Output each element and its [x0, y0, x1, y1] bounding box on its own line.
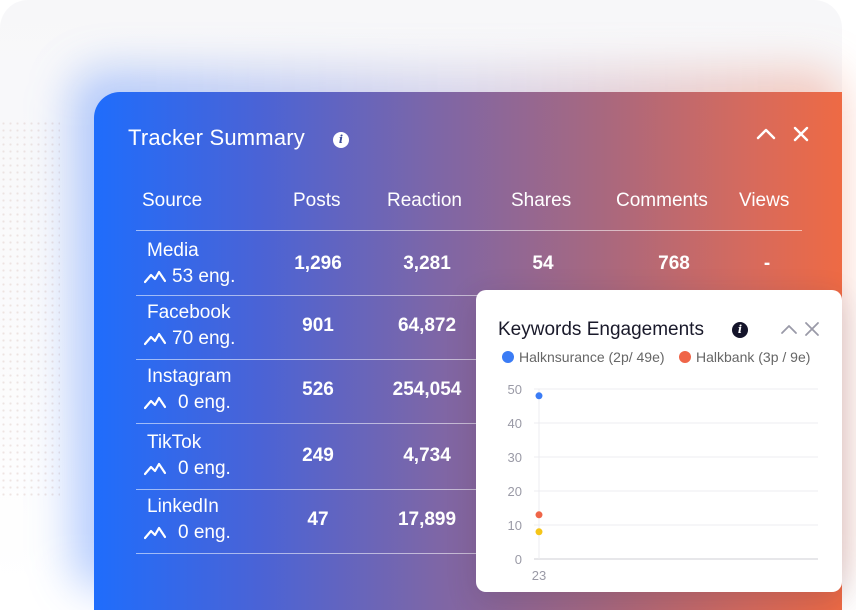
column-header-reaction[interactable]: Reaction [387, 190, 462, 212]
keywords-engagements-card: Keywords Engagements i Halknsurance (2p/… [476, 290, 842, 592]
cell-reaction: 17,899 [397, 509, 457, 530]
engagement-count: 0 eng. [178, 458, 231, 479]
cell-posts: 1,296 [294, 253, 342, 274]
cell-posts: 901 [302, 315, 334, 336]
cell-posts: 249 [302, 445, 334, 466]
trend-line-icon [143, 526, 167, 540]
cell-reaction: 254,054 [392, 379, 462, 400]
panel-title: Tracker Summary [128, 125, 305, 150]
close-icon[interactable] [789, 122, 813, 146]
cell-comments: 768 [658, 253, 690, 274]
column-header-shares[interactable]: Shares [511, 190, 571, 212]
y-tick-label: 50 [508, 382, 522, 397]
column-header-source[interactable]: Source [142, 190, 202, 212]
row-source-name[interactable]: LinkedIn [147, 496, 219, 518]
row-engagement: 53 eng. [143, 266, 236, 288]
row-source-name[interactable]: TikTok [147, 432, 201, 454]
cell-posts: 47 [307, 509, 329, 530]
cell-shares: 54 [532, 253, 554, 274]
engagement-count: 53 eng. [172, 266, 236, 287]
trend-line-icon [143, 462, 167, 476]
row-engagement: 70 eng. [143, 328, 236, 350]
cell-reaction: 64,872 [397, 315, 457, 336]
row-source-name[interactable]: Media [147, 240, 199, 262]
y-tick-label: 40 [508, 416, 522, 431]
cell-posts: 526 [302, 379, 334, 400]
x-tick-label: 23 [532, 568, 546, 583]
engagement-count: 0 eng. [178, 392, 231, 413]
cell-reaction: 4,734 [403, 445, 451, 466]
row-engagement: 0 eng. [143, 458, 231, 480]
chevron-up-icon[interactable] [754, 122, 778, 146]
engagement-count: 0 eng. [178, 522, 231, 543]
trend-line-icon [143, 332, 167, 346]
row-engagement: 0 eng. [143, 392, 231, 414]
y-tick-label: 20 [508, 484, 522, 499]
row-source-name[interactable]: Facebook [147, 302, 230, 324]
column-header-comments[interactable]: Comments [616, 190, 708, 212]
info-icon[interactable]: i [333, 132, 349, 148]
y-tick-label: 10 [508, 518, 522, 533]
row-source-name[interactable]: Instagram [147, 366, 231, 388]
column-header-views[interactable]: Views [739, 190, 789, 212]
column-header-posts[interactable]: Posts [293, 190, 341, 212]
y-tick-label: 30 [508, 450, 522, 465]
data-point[interactable] [535, 511, 543, 519]
data-point[interactable] [535, 392, 543, 400]
data-point[interactable] [535, 528, 543, 536]
cell-views: - [763, 253, 771, 274]
trend-line-icon [143, 270, 167, 284]
engagement-count: 70 eng. [172, 328, 236, 349]
row-engagement: 0 eng. [143, 522, 231, 544]
trend-line-icon [143, 396, 167, 410]
divider [136, 230, 802, 231]
keywords-chart: 0 10 20 30 40 50 23 [508, 382, 818, 583]
y-tick-label: 0 [515, 552, 522, 567]
dot-pattern-decoration [0, 120, 60, 500]
cell-reaction: 3,281 [403, 253, 451, 274]
